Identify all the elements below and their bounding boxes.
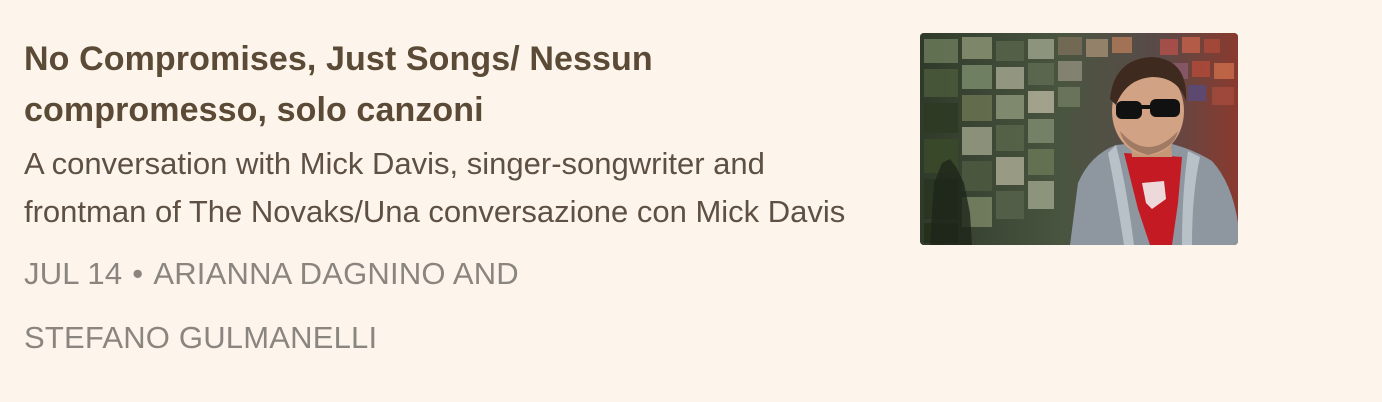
post-subtitle: A conversation with Mick Davis, singer-s…: [24, 146, 846, 229]
post-meta: JUL 14 • ARIANNA DAGNINO AND STEFANO GULMA…: [24, 242, 644, 370]
post-preview-card[interactable]: No Compromises, Just Songs/ Nessun compr…: [0, 0, 1382, 402]
meta-separator: •: [132, 256, 144, 291]
post-date: JUL 14: [24, 256, 123, 291]
post-text-column: No Compromises, Just Songs/ Nessun compr…: [24, 34, 884, 370]
man-with-sunglasses-photo-icon: [920, 33, 1238, 245]
post-thumbnail[interactable]: [920, 33, 1238, 245]
post-title[interactable]: No Compromises, Just Songs/ Nessun compr…: [24, 34, 884, 136]
